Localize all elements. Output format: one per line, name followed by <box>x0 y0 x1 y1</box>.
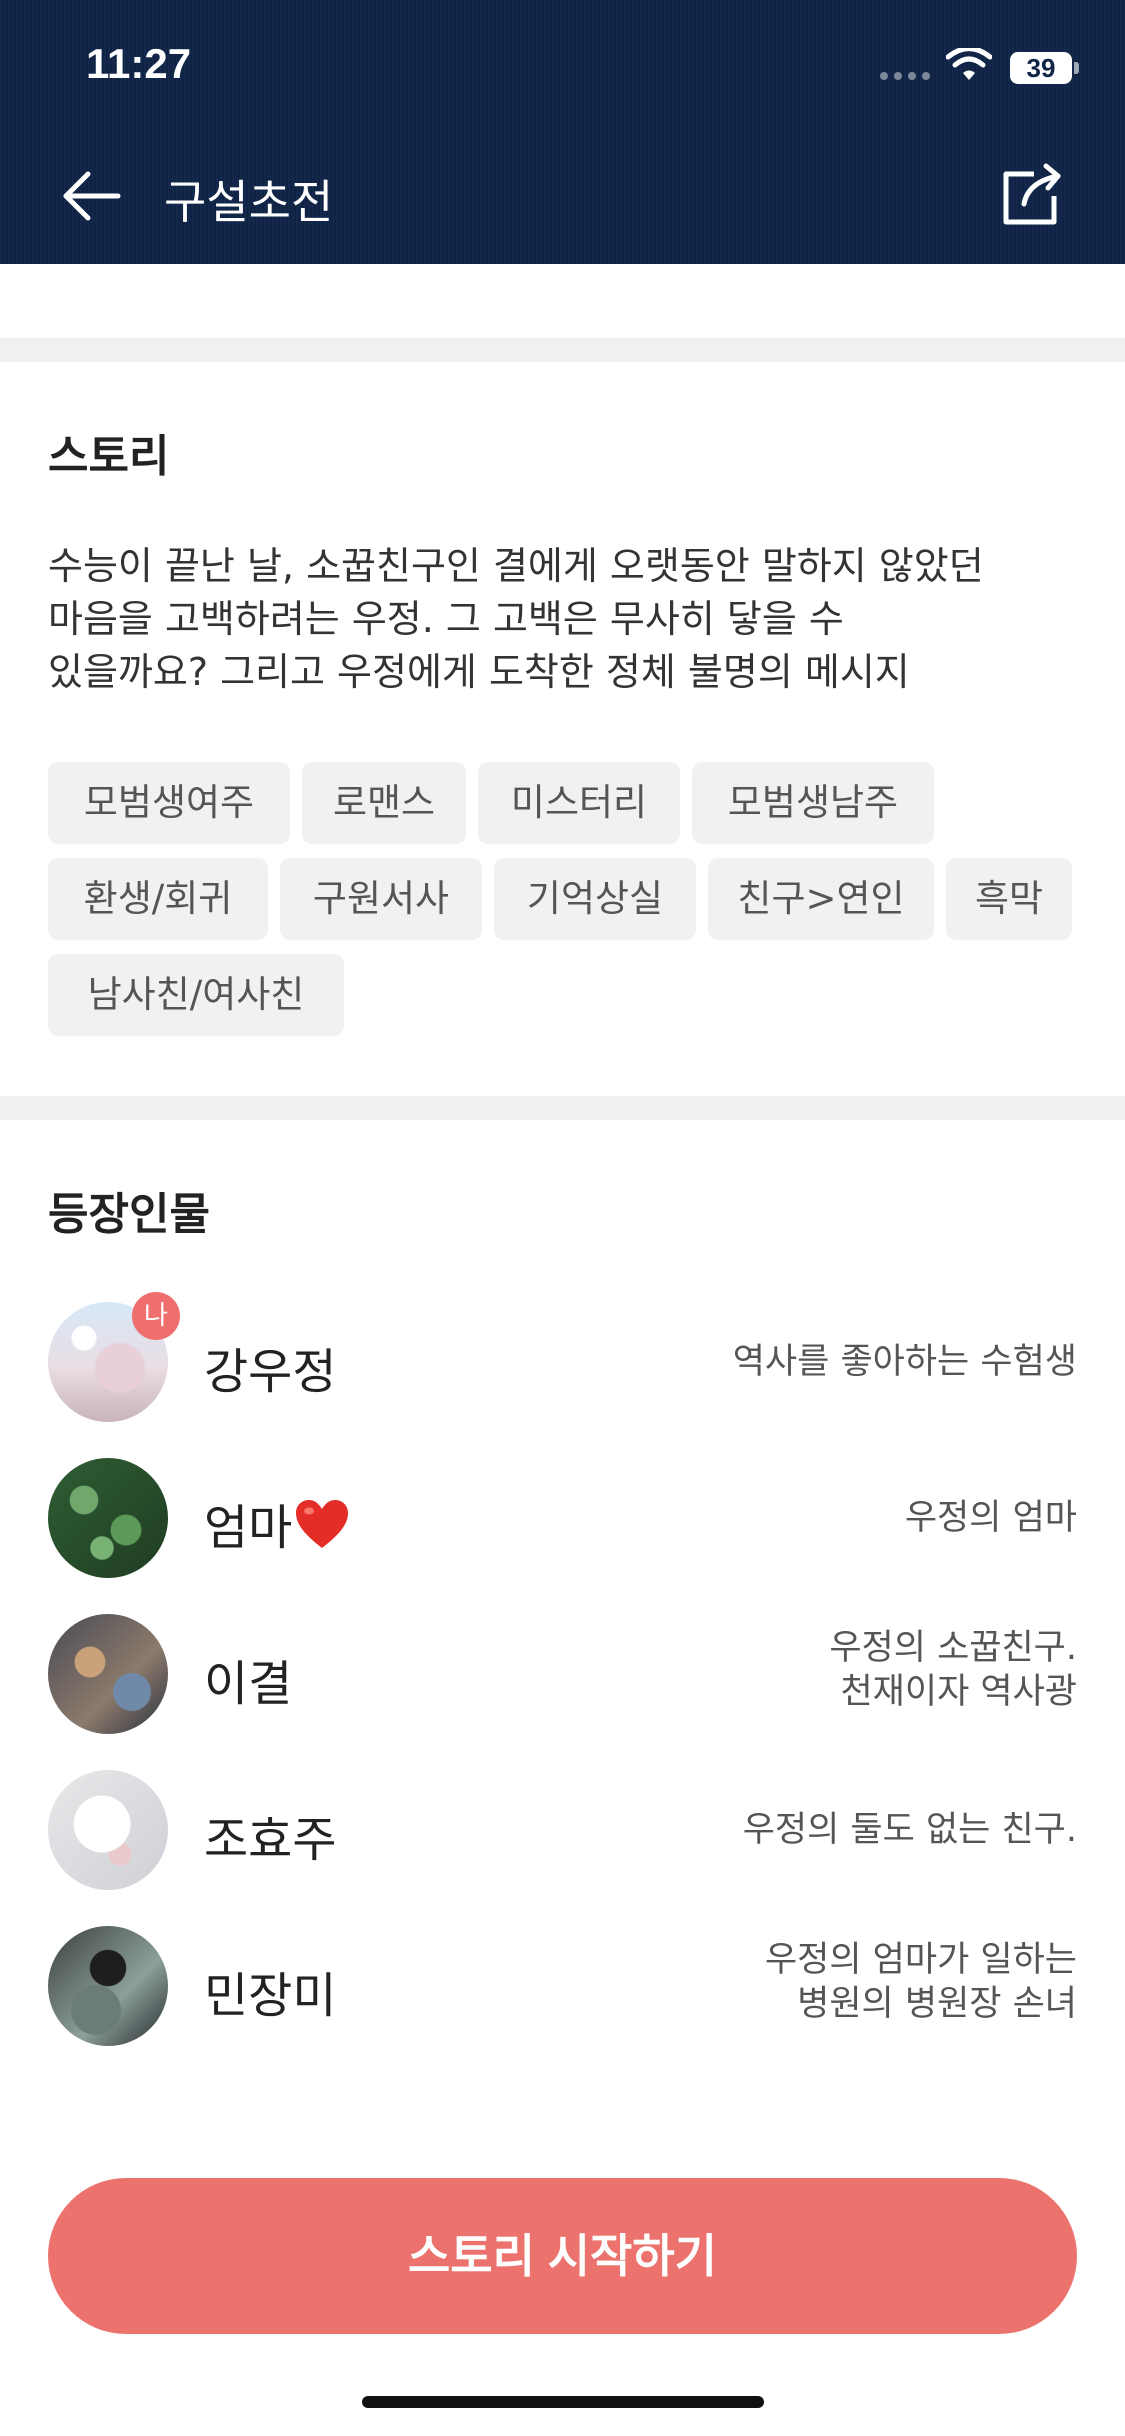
avatar <box>48 1458 168 1578</box>
tag-chip[interactable]: 모범생남주 <box>692 762 934 844</box>
battery-icon: 39 <box>1010 52 1079 84</box>
character-description: 역사를 좋아하는 수험생 <box>732 1342 1077 1382</box>
tag-chip[interactable]: 흑막 <box>946 858 1072 940</box>
wifi-icon <box>946 48 992 80</box>
tag-chip[interactable]: 남사친/여사친 <box>48 954 344 1036</box>
arrow-left-icon[interactable] <box>60 168 124 224</box>
character-description: 우정의 엄마가 일하는 병원의 병원장 손녀 <box>764 1940 1077 2024</box>
page-title: 구설초전 <box>164 175 334 229</box>
me-badge: 나 <box>132 1292 180 1340</box>
characters-section-title: 등장인물 <box>48 1189 210 1240</box>
character-row[interactable]: 이결 우정의 소꿉친구. 천재이자 역사광 <box>0 1614 1125 1744</box>
character-row[interactable]: 민장미 우정의 엄마가 일하는 병원의 병원장 손녀 <box>0 1926 1125 2056</box>
section-divider <box>0 1096 1125 1120</box>
story-description: 수능이 끝난 날, 소꿉친구인 결에게 오랫동안 말하지 않았던 마음을 고백하… <box>48 544 984 694</box>
section-divider <box>0 338 1125 362</box>
tag-chip[interactable]: 환생/회귀 <box>48 858 268 940</box>
header-bar: 11:27 39 구설초전 <box>0 0 1125 264</box>
start-story-button[interactable]: 스토리 시작하기 <box>48 2178 1077 2334</box>
cellular-signal-icon <box>880 72 930 80</box>
character-description: 우정의 둘도 없는 친구. <box>742 1810 1077 1850</box>
character-name: 강우정 <box>204 1344 337 1400</box>
character-description: 우정의 엄마 <box>904 1498 1077 1538</box>
home-indicator[interactable] <box>362 2396 764 2408</box>
character-name: 민장미 <box>204 1968 337 2024</box>
character-row[interactable]: 엄마 우정의 엄마 <box>0 1458 1125 1588</box>
character-row[interactable]: 나 강우정 역사를 좋아하는 수험생 <box>0 1292 1125 1432</box>
avatar <box>48 1926 168 2046</box>
character-name-wrap: 엄마 <box>204 1488 350 1558</box>
character-name: 조효주 <box>204 1812 337 1868</box>
avatar <box>48 1614 168 1734</box>
tag-chip[interactable]: 친구>연인 <box>708 858 934 940</box>
character-row[interactable]: 조효주 우정의 둘도 없는 친구. <box>0 1770 1125 1900</box>
avatar <box>48 1770 168 1890</box>
tag-chip[interactable]: 모범생여주 <box>48 762 290 844</box>
share-icon[interactable] <box>1000 162 1064 228</box>
character-name: 엄마 <box>204 1500 293 1556</box>
tag-chip[interactable]: 미스터리 <box>478 762 680 844</box>
story-section-title: 스토리 <box>48 431 170 482</box>
tag-chip[interactable]: 기억상실 <box>494 858 696 940</box>
status-time: 11:27 <box>86 40 192 87</box>
battery-level: 39 <box>1010 52 1072 84</box>
red-heart-icon <box>296 1500 349 1548</box>
tag-chip[interactable]: 구원서사 <box>280 858 482 940</box>
app-screen: 11:27 39 구설초전 스토리 수능이 끝난 날, 소꿉친구인 결에게 오랫… <box>0 0 1125 2436</box>
character-description: 우정의 소꿉친구. 천재이자 역사광 <box>829 1628 1077 1712</box>
character-name: 이결 <box>204 1656 293 1712</box>
tag-chip[interactable]: 로맨스 <box>302 762 466 844</box>
